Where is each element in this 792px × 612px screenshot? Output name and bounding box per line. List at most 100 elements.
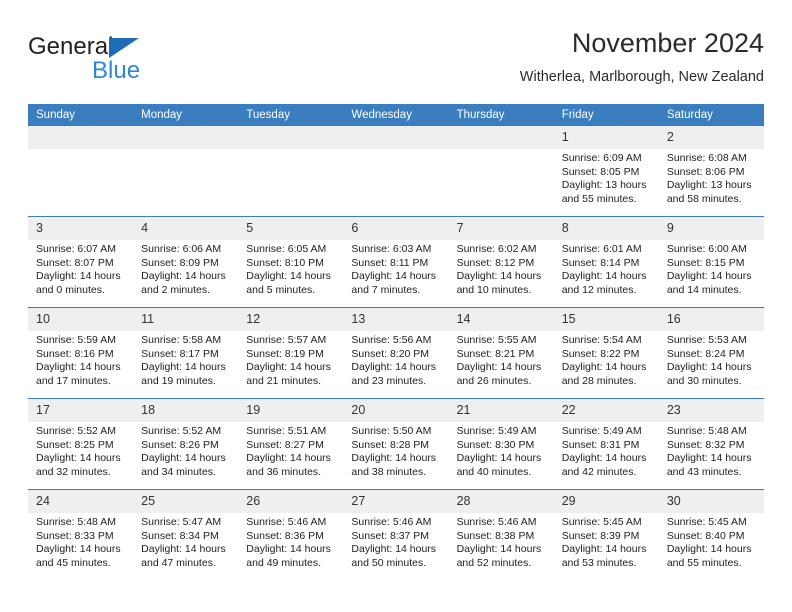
sunset-text: Sunset: 8:10 PM	[246, 256, 324, 269]
calendar-day-cell[interactable]: 25 Sunrise: 5:47 AM Sunset: 8:34 PM Dayligh…	[133, 489, 239, 580]
calendar-day-cell[interactable]: 12 Sunrise: 5:57 AM Sunset: 8:19 PM Dayligh…	[238, 307, 344, 399]
sunrise-text: Sunrise: 6:01 AM	[561, 243, 642, 255]
calendar-header-row: Sunday Monday Tuesday Wednesday Thursday Frid…	[28, 104, 764, 126]
calendar-day-cell[interactable]: 16 Sunrise: 5:53 AM Sunset: 8:24 PM Dayligh…	[658, 307, 764, 399]
calendar-day-cell[interactable]: 22 Sunrise: 5:49 AM Sunset: 8:31 PM Dayligh…	[553, 398, 659, 490]
calendar-day-cell[interactable]: 24 Sunrise: 5:48 AM Sunset: 8:33 PM Dayligh…	[28, 489, 134, 580]
calendar-day-cell[interactable]: 15 Sunrise: 5:54 AM Sunset: 8:22 PM Dayligh…	[553, 307, 659, 399]
day-details: Sunrise: 5:46 AM Sunset: 8:36 PM Daylight:…	[238, 513, 343, 570]
day-details: Sunrise: 5:47 AM Sunset: 8:34 PM Daylight:…	[133, 513, 238, 570]
day-number: 20	[343, 399, 449, 422]
calendar-day-cell[interactable]: 9 Sunrise: 6:00 AM Sunset: 8:15 PM Daylight…	[658, 216, 764, 308]
calendar-day-cell[interactable]: 17 Sunrise: 5:52 AM Sunset: 8:25 PM Dayligh…	[28, 398, 134, 490]
sunset-text: Sunset: 8:07 PM	[36, 256, 114, 269]
day-details: Sunrise: 6:05 AM Sunset: 8:10 PM Daylight:…	[238, 240, 343, 297]
calendar-day-cell[interactable]: 20 Sunrise: 5:50 AM Sunset: 8:28 PM Dayligh…	[343, 398, 449, 490]
sunset-text: Sunset: 8:25 PM	[36, 438, 114, 451]
calendar-day-cell[interactable]: 14 Sunrise: 5:55 AM Sunset: 8:21 PM Dayligh…	[448, 307, 554, 399]
daylight-text: Daylight: 14 hours and 34 minutes.	[141, 452, 226, 478]
calendar-day-cell[interactable]: 8 Sunrise: 6:01 AM Sunset: 8:14 PM Daylight…	[553, 216, 659, 308]
daylight-text: Daylight: 14 hours and 43 minutes.	[666, 452, 752, 478]
sunrise-text: Sunrise: 5:52 AM	[141, 425, 222, 437]
calendar-day-cell[interactable]: 29 Sunrise: 5:45 AM Sunset: 8:39 PM Dayligh…	[553, 489, 659, 580]
sunrise-text: Sunrise: 5:47 AM	[141, 516, 222, 528]
sunrise-text: Sunrise: 5:59 AM	[36, 334, 116, 346]
day-number: 11	[133, 308, 239, 331]
sunset-text: Sunset: 8:22 PM	[561, 347, 640, 360]
page-subtitle: Witherlea, Marlborough, New Zealand	[519, 69, 764, 85]
sunset-text: Sunset: 8:28 PM	[351, 438, 430, 451]
calendar-day-cell[interactable]: 26 Sunrise: 5:46 AM Sunset: 8:36 PM Dayligh…	[238, 489, 344, 580]
sunset-text: Sunset: 8:26 PM	[141, 438, 219, 451]
daylight-text: Daylight: 14 hours and 7 minutes.	[351, 270, 437, 296]
sunrise-text: Sunrise: 6:09 AM	[561, 152, 642, 164]
daylight-text: Daylight: 14 hours and 26 minutes.	[456, 361, 542, 387]
calendar-day-cell[interactable]: 4 Sunrise: 6:06 AM Sunset: 8:09 PM Daylight…	[133, 216, 239, 308]
sunset-text: Sunset: 8:16 PM	[36, 347, 114, 360]
day-number	[238, 126, 344, 149]
calendar-day-cell[interactable]: 28 Sunrise: 5:46 AM Sunset: 8:38 PM Dayligh…	[448, 489, 554, 580]
calendar-day-cell[interactable]: 5 Sunrise: 6:05 AM Sunset: 8:10 PM Daylight…	[238, 216, 344, 308]
sunset-text: Sunset: 8:30 PM	[456, 438, 535, 451]
daylight-text: Daylight: 14 hours and 2 minutes.	[141, 270, 226, 296]
day-number: 23	[658, 399, 764, 422]
sunset-text: Sunset: 8:31 PM	[561, 438, 640, 451]
calendar-body: 1 Sunrise: 6:09 AM Sunset: 8:05 PM Daylight…	[28, 126, 764, 580]
day-number: 12	[238, 308, 344, 331]
day-number	[133, 126, 239, 149]
calendar-day-cell[interactable]: 19 Sunrise: 5:51 AM Sunset: 8:27 PM Dayligh…	[238, 398, 344, 490]
calendar-day-cell[interactable]: 11 Sunrise: 5:58 AM Sunset: 8:17 PM Dayligh…	[133, 307, 239, 399]
weekday-header: Sunday Monday Tuesday Wednesday Thursday Frid…	[28, 104, 764, 126]
weekday-header-friday: Friday	[553, 104, 659, 126]
daylight-text: Daylight: 14 hours and 12 minutes.	[561, 270, 647, 296]
calendar-day-cell[interactable]: 2 Sunrise: 6:08 AM Sunset: 8:06 PM Daylight…	[658, 126, 764, 217]
calendar-day-cell-empty	[343, 126, 449, 217]
sunset-text: Sunset: 8:32 PM	[666, 438, 745, 451]
calendar-day-cell[interactable]: 6 Sunrise: 6:03 AM Sunset: 8:11 PM Daylight…	[343, 216, 449, 308]
weekday-header-saturday: Saturday	[658, 104, 764, 126]
logo-word-general: General	[28, 33, 114, 60]
day-details: Sunrise: 6:08 AM Sunset: 8:06 PM Daylight:…	[659, 149, 764, 206]
calendar-day-cell[interactable]: 27 Sunrise: 5:46 AM Sunset: 8:37 PM Dayligh…	[343, 489, 449, 580]
general-blue-logo[interactable]: General Blue	[28, 34, 278, 92]
weekday-header-sunday: Sunday	[28, 104, 134, 126]
calendar-day-cell[interactable]: 21 Sunrise: 5:49 AM Sunset: 8:30 PM Dayligh…	[448, 398, 554, 490]
calendar-day-cell[interactable]: 3 Sunrise: 6:07 AM Sunset: 8:07 PM Daylight…	[28, 216, 134, 308]
calendar-day-cell[interactable]: 13 Sunrise: 5:56 AM Sunset: 8:20 PM Dayligh…	[343, 307, 449, 399]
calendar-day-cell[interactable]: 7 Sunrise: 6:02 AM Sunset: 8:12 PM Daylight…	[448, 216, 554, 308]
sunrise-text: Sunrise: 6:07 AM	[36, 243, 116, 255]
logo-text-general: General	[28, 34, 278, 60]
calendar-week-row: 24 Sunrise: 5:48 AM Sunset: 8:33 PM Dayligh…	[28, 489, 764, 580]
calendar-day-cell[interactable]: 23 Sunrise: 5:48 AM Sunset: 8:32 PM Dayligh…	[658, 398, 764, 490]
daylight-text: Daylight: 14 hours and 21 minutes.	[246, 361, 331, 387]
day-details: Sunrise: 5:54 AM Sunset: 8:22 PM Daylight:…	[554, 331, 659, 388]
daylight-text: Daylight: 14 hours and 36 minutes.	[246, 452, 331, 478]
calendar-day-cell[interactable]: 18 Sunrise: 5:52 AM Sunset: 8:26 PM Dayligh…	[133, 398, 239, 490]
day-details: Sunrise: 5:50 AM Sunset: 8:28 PM Daylight:…	[343, 422, 448, 479]
day-details: Sunrise: 5:56 AM Sunset: 8:20 PM Daylight:…	[343, 331, 448, 388]
day-number: 24	[28, 490, 134, 513]
sunrise-text: Sunrise: 6:02 AM	[456, 243, 537, 255]
day-details: Sunrise: 5:45 AM Sunset: 8:40 PM Daylight:…	[659, 513, 764, 570]
daylight-text: Daylight: 14 hours and 55 minutes.	[666, 543, 752, 569]
calendar-day-cell[interactable]: 1 Sunrise: 6:09 AM Sunset: 8:05 PM Daylight…	[553, 126, 659, 217]
sunrise-text: Sunrise: 6:08 AM	[666, 152, 747, 164]
sunrise-text: Sunrise: 5:56 AM	[351, 334, 432, 346]
calendar-day-cell[interactable]: 10 Sunrise: 5:59 AM Sunset: 8:16 PM Dayligh…	[28, 307, 134, 399]
sunrise-text: Sunrise: 6:05 AM	[246, 243, 327, 255]
sunset-text: Sunset: 8:20 PM	[351, 347, 430, 360]
sunset-text: Sunset: 8:38 PM	[456, 529, 535, 542]
day-details: Sunrise: 5:57 AM Sunset: 8:19 PM Daylight:…	[238, 331, 343, 388]
calendar-day-cell[interactable]: 30 Sunrise: 5:45 AM Sunset: 8:40 PM Dayligh…	[658, 489, 764, 580]
sunrise-text: Sunrise: 5:49 AM	[456, 425, 537, 437]
daylight-text: Daylight: 14 hours and 10 minutes.	[456, 270, 542, 296]
day-number: 18	[133, 399, 239, 422]
day-number: 19	[238, 399, 344, 422]
day-number: 4	[133, 217, 239, 240]
day-details: Sunrise: 6:00 AM Sunset: 8:15 PM Daylight:…	[659, 240, 764, 297]
calendar-page: General Blue November 2024 Witherlea, Ma…	[0, 0, 792, 612]
sunset-text: Sunset: 8:27 PM	[246, 438, 324, 451]
day-number: 29	[553, 490, 659, 513]
day-number: 17	[28, 399, 134, 422]
sunrise-text: Sunrise: 5:48 AM	[36, 516, 116, 528]
